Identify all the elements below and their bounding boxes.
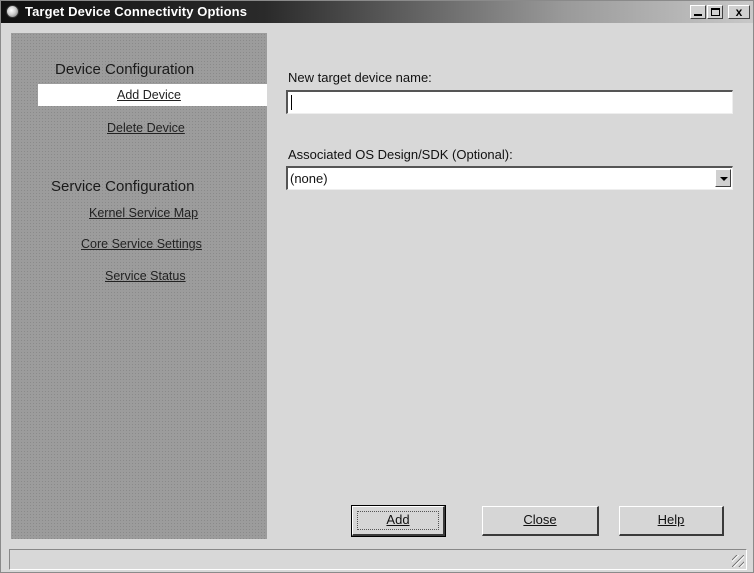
sidebar-item-add-device[interactable]: Add Device — [38, 84, 267, 106]
nav-heading-service-configuration: Service Configuration — [51, 178, 195, 195]
close-button[interactable]: Close — [482, 506, 599, 536]
minimize-button[interactable] — [690, 5, 706, 19]
close-button-label: Close — [523, 512, 557, 527]
help-button-label: Help — [657, 512, 685, 527]
dialog-window: Target Device Connectivity Options x Dev… — [0, 0, 754, 573]
resize-grip-icon[interactable] — [732, 555, 744, 567]
sidebar-item-kernel-service-map[interactable]: Kernel Service Map — [89, 206, 198, 220]
close-window-button[interactable]: x — [728, 5, 750, 19]
maximize-icon — [711, 8, 720, 16]
window-title: Target Device Connectivity Options — [25, 4, 248, 19]
add-button-label: Add — [386, 512, 410, 527]
os-design-select[interactable]: (none) — [286, 166, 733, 190]
os-design-selected-value: (none) — [290, 171, 328, 186]
maximize-button[interactable] — [707, 5, 723, 19]
sidebar-item-delete-device[interactable]: Delete Device — [107, 121, 185, 135]
app-icon[interactable] — [6, 5, 19, 18]
sidebar-nav: Device Configuration Add Device Delete D… — [11, 33, 267, 539]
help-button[interactable]: Help — [619, 506, 724, 536]
add-button[interactable]: Add — [351, 505, 446, 537]
os-design-label: Associated OS Design/SDK (Optional): — [288, 147, 513, 162]
sidebar-item-service-status[interactable]: Service Status — [105, 269, 186, 283]
device-name-input[interactable] — [286, 90, 733, 114]
sidebar-item-label: Add Device — [117, 88, 181, 102]
text-caret — [291, 95, 292, 110]
title-bar[interactable]: Target Device Connectivity Options x — [1, 1, 753, 23]
sidebar-item-core-service-settings[interactable]: Core Service Settings — [81, 237, 202, 251]
nav-heading-device-configuration: Device Configuration — [55, 61, 195, 78]
close-icon: x — [735, 5, 743, 19]
status-bar — [9, 549, 747, 570]
minimize-icon — [694, 14, 702, 16]
chevron-down-icon[interactable] — [715, 169, 731, 187]
device-name-label: New target device name: — [288, 70, 432, 85]
